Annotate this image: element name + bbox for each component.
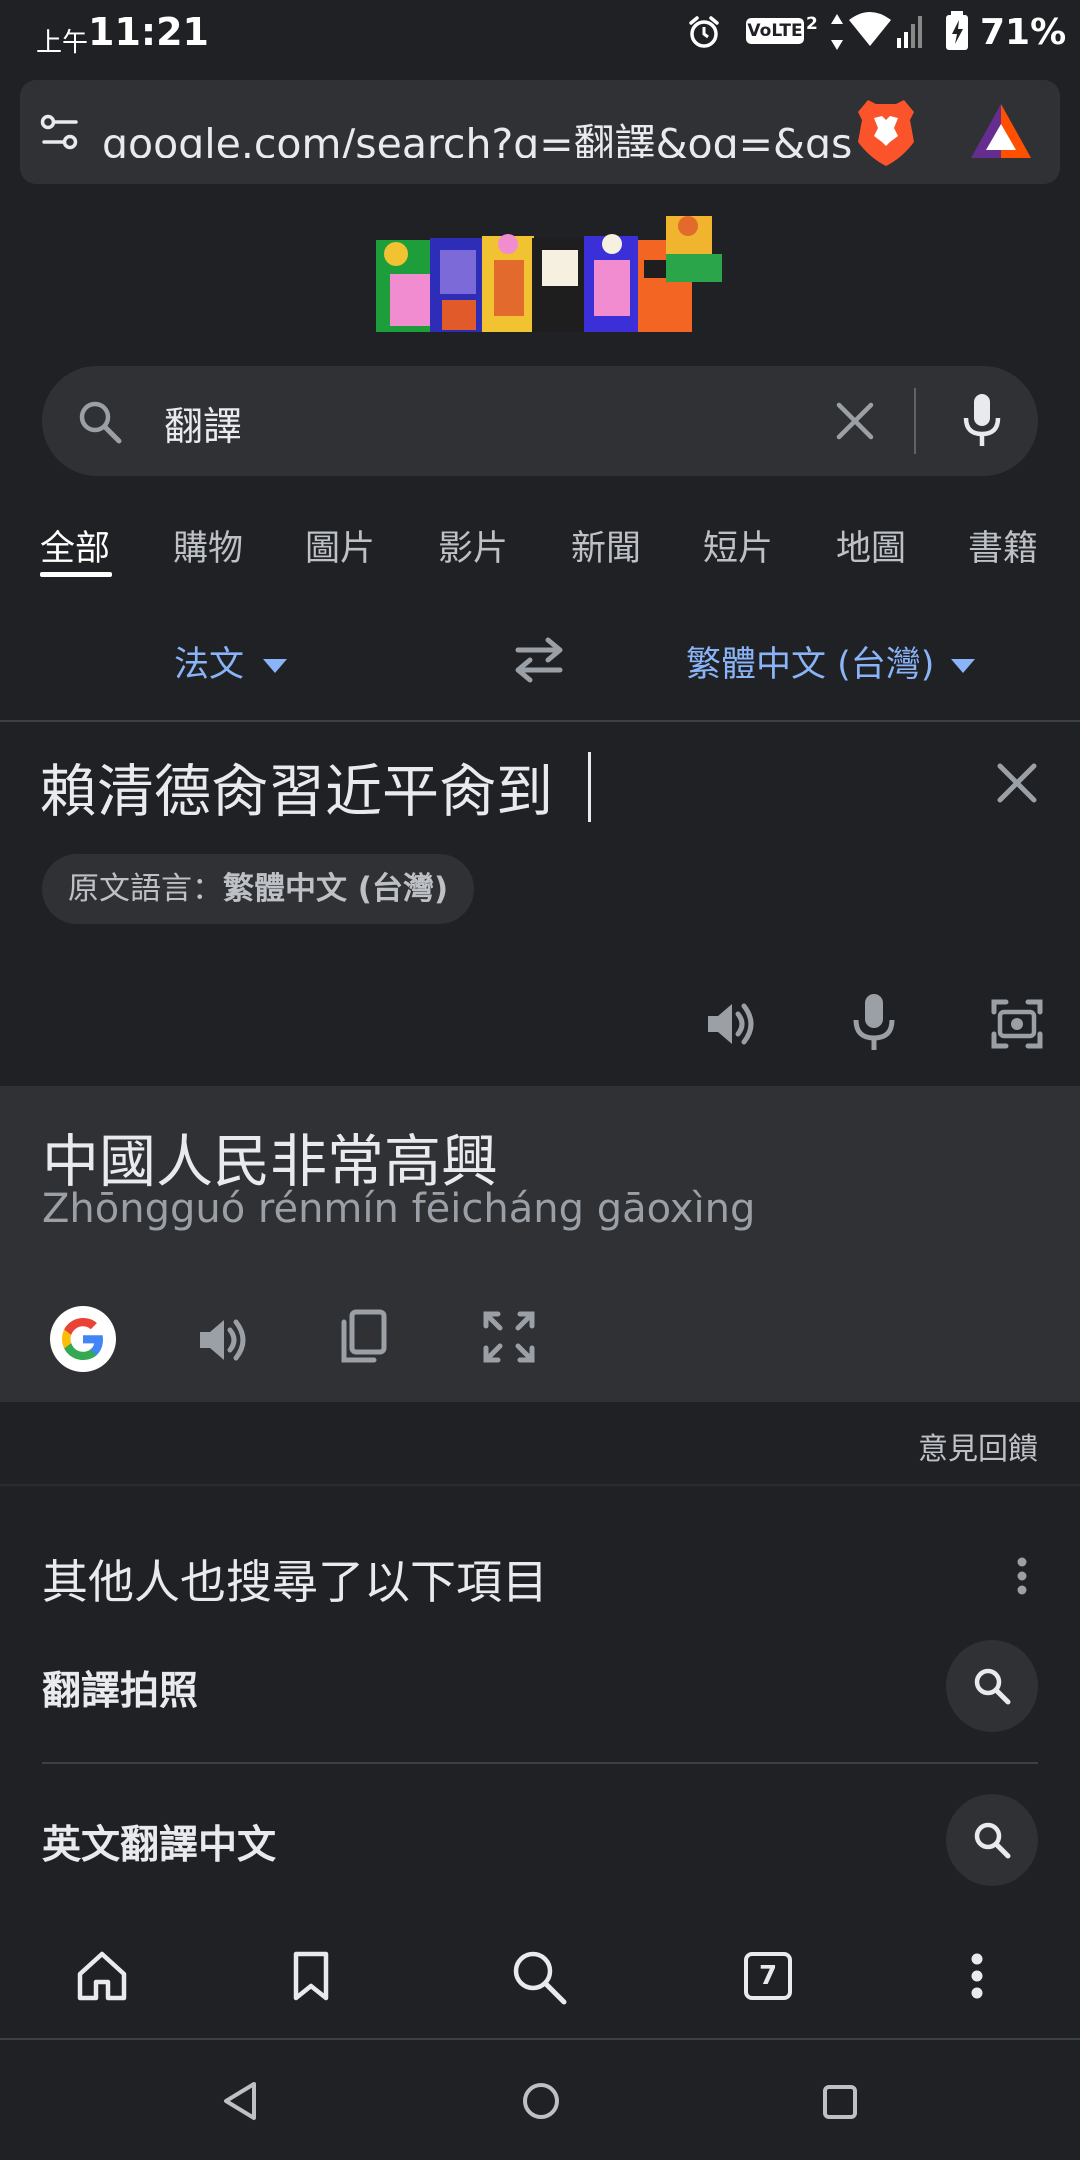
listen-source-icon[interactable] bbox=[704, 996, 760, 1052]
language-row-divider bbox=[0, 720, 1080, 722]
tab-videos[interactable]: 影片 bbox=[438, 520, 508, 571]
open-google-translate-button[interactable] bbox=[50, 1306, 116, 1372]
wifi-icon bbox=[849, 12, 891, 46]
browser-menu-icon[interactable] bbox=[970, 1952, 984, 2000]
battery-icon bbox=[946, 11, 968, 50]
tab-all[interactable]: 全部 bbox=[40, 520, 110, 571]
recents-nav-icon[interactable] bbox=[822, 2084, 858, 2120]
target-language-dropdown-icon[interactable] bbox=[950, 658, 976, 674]
status-bar: 上午 11:21 VoLTE 2 71% bbox=[0, 0, 1080, 68]
alarm-icon bbox=[689, 16, 719, 48]
detected-language-prefix: 原文語言： bbox=[68, 871, 223, 907]
site-settings-icon[interactable] bbox=[40, 112, 80, 152]
source-language-dropdown-icon[interactable] bbox=[262, 658, 288, 674]
home-icon[interactable] bbox=[76, 1950, 128, 2002]
search-icon bbox=[974, 1822, 1011, 1859]
battery-percent: 71% bbox=[980, 12, 1067, 53]
search-input[interactable]: 翻譯 bbox=[164, 396, 242, 452]
tab-shopping[interactable]: 購物 bbox=[173, 520, 243, 571]
google-g-icon bbox=[62, 1318, 103, 1360]
clear-source-icon[interactable] bbox=[996, 762, 1038, 804]
tab-news[interactable]: 新聞 bbox=[571, 520, 641, 571]
search-tabs: 全部 購物 圖片 影片 新聞 短片 地圖 書籍 bbox=[0, 510, 1080, 590]
search-box-divider bbox=[914, 388, 916, 454]
voice-input-icon[interactable] bbox=[852, 992, 896, 1054]
status-time: 11:21 bbox=[88, 10, 209, 54]
camera-translate-icon[interactable] bbox=[990, 996, 1044, 1050]
tab-switcher-button[interactable]: 7 bbox=[744, 1952, 792, 2000]
people-also-search-title: 其他人也搜尋了以下項目 bbox=[42, 1555, 548, 1609]
section-divider bbox=[0, 1484, 1080, 1486]
source-language-selector[interactable]: 法文 bbox=[174, 636, 244, 687]
search-icon bbox=[79, 401, 122, 444]
brave-rewards-icon[interactable] bbox=[968, 100, 1034, 164]
url-text[interactable]: google.com/search?q=翻譯&oq=&gs_lcr bbox=[102, 110, 854, 158]
data-activity-icon bbox=[831, 14, 843, 50]
swap-languages-icon[interactable] bbox=[512, 636, 566, 684]
search-icon bbox=[974, 1668, 1011, 1705]
fullscreen-translation-icon[interactable] bbox=[482, 1310, 536, 1364]
google-doodle-logo[interactable] bbox=[376, 210, 728, 340]
more-options-icon[interactable] bbox=[1016, 1556, 1028, 1596]
bookmark-icon[interactable] bbox=[292, 1950, 330, 2002]
translation-romanization: Zhōngguó rénmín fēicháng gāoxìng bbox=[42, 1186, 756, 1232]
related-search-item[interactable]: 英文翻譯中文 bbox=[42, 1814, 276, 1870]
tab-books[interactable]: 書籍 bbox=[968, 520, 1038, 571]
related-search-divider bbox=[42, 1762, 1038, 1764]
tab-images[interactable]: 圖片 bbox=[305, 520, 375, 571]
voice-search-icon[interactable] bbox=[962, 392, 1002, 450]
signal-icon bbox=[897, 16, 922, 48]
text-cursor bbox=[588, 752, 591, 822]
active-tab-indicator bbox=[40, 572, 112, 577]
related-search-item[interactable]: 翻譯拍照 bbox=[42, 1660, 198, 1716]
copy-translation-icon[interactable] bbox=[338, 1308, 388, 1366]
tab-maps[interactable]: 地圖 bbox=[836, 520, 906, 571]
brave-shields-icon[interactable] bbox=[854, 96, 918, 168]
listen-translation-icon[interactable] bbox=[196, 1312, 252, 1368]
detected-language-name: 繁體中文 (台灣) bbox=[223, 871, 449, 907]
clear-search-icon[interactable] bbox=[834, 400, 876, 442]
search-toolbar-icon[interactable] bbox=[510, 1948, 568, 2006]
detected-language-chip[interactable]: 原文語言：繁體中文 (台灣) bbox=[42, 854, 475, 924]
source-text-input[interactable]: 賴清德肏習近平肏到 bbox=[40, 746, 553, 828]
tab-short-videos[interactable]: 短片 bbox=[703, 520, 773, 571]
search-box[interactable]: 翻譯 bbox=[42, 366, 1038, 476]
status-ampm: 上午 bbox=[36, 28, 89, 58]
sim-index: 2 bbox=[806, 14, 818, 34]
feedback-link[interactable]: 意見回饋 bbox=[918, 1424, 1038, 1468]
related-search-button[interactable] bbox=[946, 1794, 1038, 1886]
target-language-selector[interactable]: 繁體中文 (台灣) bbox=[686, 636, 934, 687]
related-search-button[interactable] bbox=[946, 1640, 1038, 1732]
address-bar[interactable]: google.com/search?q=翻譯&oq=&gs_lcr bbox=[20, 80, 1060, 184]
back-nav-icon[interactable] bbox=[222, 2080, 258, 2122]
home-nav-icon[interactable] bbox=[522, 2082, 560, 2120]
volte-badge: VoLTE bbox=[746, 18, 804, 44]
